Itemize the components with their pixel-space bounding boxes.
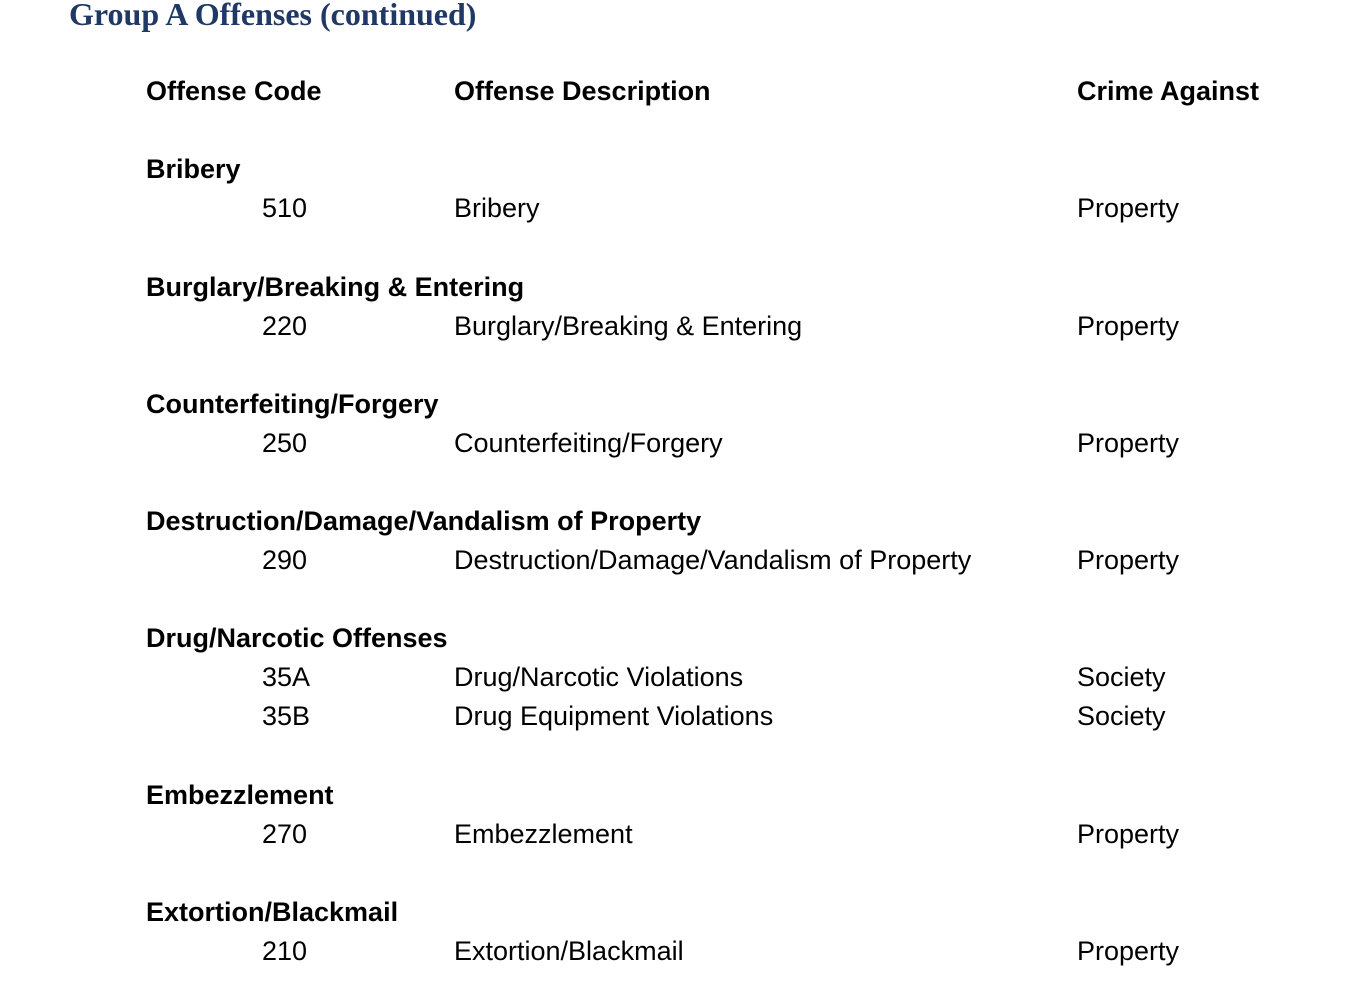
offense-code: 35B	[262, 701, 311, 731]
crime-against: Property	[1077, 428, 1180, 458]
group-heading: Destruction/Damage/Vandalism of Property	[146, 506, 702, 536]
offense-code: 510	[262, 193, 308, 223]
crime-against: Society	[1077, 662, 1166, 692]
offense-code: 220	[262, 311, 308, 341]
group-heading: Burglary/Breaking & Entering	[146, 272, 525, 302]
crime-against: Property	[1077, 545, 1180, 575]
column-header-offense-code: Offense Code	[146, 76, 322, 106]
offense-description: Drug Equipment Violations	[454, 701, 774, 731]
offense-description: Destruction/Damage/Vandalism of Property	[454, 545, 972, 575]
crime-against: Property	[1077, 311, 1180, 341]
crime-against: Property	[1077, 936, 1180, 966]
group-heading: Bribery	[146, 154, 241, 184]
offense-code: 210	[262, 936, 308, 966]
column-header-crime-against: Crime Against	[1077, 76, 1260, 106]
offense-description: Drug/Narcotic Violations	[454, 662, 744, 692]
offense-description: Burglary/Breaking & Entering	[454, 311, 803, 341]
offense-code: 290	[262, 545, 308, 575]
crime-against: Society	[1077, 701, 1166, 731]
offense-description: Extortion/Blackmail	[454, 936, 684, 966]
group-heading: Extortion/Blackmail	[146, 897, 399, 927]
offense-description: Counterfeiting/Forgery	[454, 428, 723, 458]
group-heading: Drug/Narcotic Offenses	[146, 623, 448, 653]
offense-description: Bribery	[454, 193, 540, 223]
column-header-offense-description: Offense Description	[454, 76, 711, 106]
crime-against: Property	[1077, 193, 1180, 223]
offense-code: 250	[262, 428, 308, 458]
crime-against: Property	[1077, 819, 1180, 849]
offense-code: 35A	[262, 662, 311, 692]
group-heading: Embezzlement	[146, 780, 334, 810]
page-title: Group A Offenses (continued)	[69, 0, 477, 32]
offense-code: 270	[262, 819, 308, 849]
group-heading: Counterfeiting/Forgery	[146, 389, 439, 419]
offense-description: Embezzlement	[454, 819, 633, 849]
